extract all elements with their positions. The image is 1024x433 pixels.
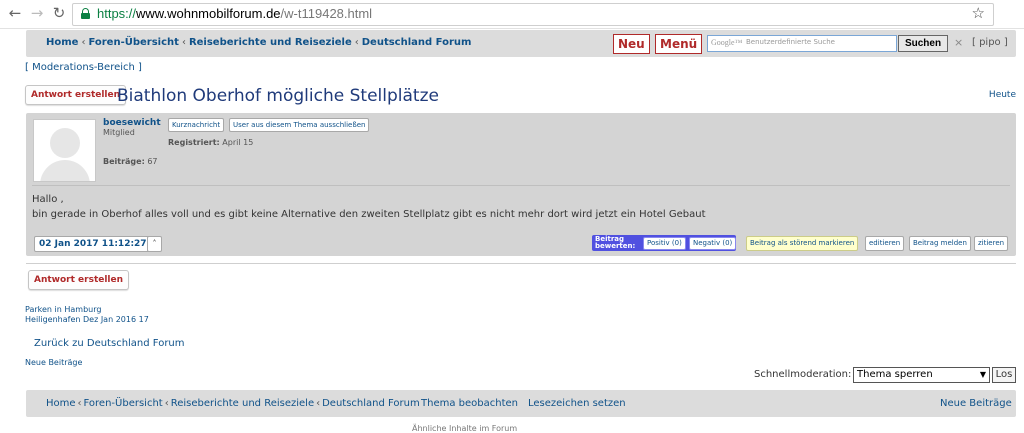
url-text[interactable]: https://www.wohnmobilforum.de/w-t119428.…: [97, 6, 372, 21]
breadcrumb-separator: ‹: [181, 37, 186, 48]
breadcrumb: Home ‹ Foren-Übersicht ‹ Reiseberichte und R…: [46, 37, 471, 48]
close-icon[interactable]: ×: [954, 36, 963, 49]
breadcrumb-separator: ‹: [77, 398, 82, 409]
post-body-line: Hallo ,: [32, 194, 64, 205]
back-arrow-icon[interactable]: ←: [6, 4, 24, 22]
report-button[interactable]: Beitrag melden: [909, 236, 971, 251]
post-count: Beiträge: 67: [103, 157, 158, 166]
breadcrumb-forum[interactable]: Deutschland Forum: [322, 398, 420, 409]
post-divider: [32, 185, 1010, 186]
breadcrumb-separator: ‹: [354, 37, 359, 48]
avatar[interactable]: [33, 119, 96, 182]
registered-date: Registriert: April 15: [168, 138, 254, 147]
google-logo: Google™: [711, 38, 743, 47]
breadcrumb-separator: ‹: [81, 37, 86, 48]
mark-disturbing-button[interactable]: Beitrag als störend markieren: [746, 236, 859, 251]
post: boesewicht Mitglied Beiträge: 67 Kurznac…: [26, 113, 1016, 256]
watch-topic-link[interactable]: Thema beobachten: [421, 398, 518, 409]
menu-button[interactable]: Menü: [655, 34, 703, 54]
new-button[interactable]: Neu: [613, 34, 650, 54]
bottom-breadcrumb: Home ‹ Foren-Übersicht ‹ Reiseberichte und R…: [46, 398, 420, 409]
user-link[interactable]: [ pipo ]: [972, 37, 1008, 48]
rate-negative-button[interactable]: Negativ (0): [689, 237, 737, 250]
section-divider: [26, 263, 1016, 264]
quickmod-go-button[interactable]: Los: [992, 367, 1016, 383]
private-message-button[interactable]: Kurznachricht: [168, 118, 225, 132]
related-topic-link[interactable]: Heiligenhafen Dez Jan 2016 17: [25, 315, 149, 324]
back-to-forum-link[interactable]: Zurück zu Deutschland Forum: [34, 338, 185, 349]
post-author[interactable]: boesewicht: [103, 118, 161, 128]
post-body: Hallo , bin gerade in Oberhof alles voll…: [32, 192, 706, 222]
exclude-user-button[interactable]: User aus diesem Thema ausschließen: [229, 118, 370, 132]
post-author-rank: Mitglied: [103, 128, 135, 137]
lock-icon: [81, 8, 90, 19]
breadcrumb-home[interactable]: Home: [46, 37, 78, 48]
address-bar[interactable]: https://www.wohnmobilforum.de/w-t119428.…: [72, 3, 994, 26]
moderation-link[interactable]: [ Moderations-Bereich ]: [25, 62, 142, 73]
breadcrumb-category[interactable]: Reiseberichte und Reiseziele: [189, 37, 352, 48]
breadcrumb-category[interactable]: Reiseberichte und Reiseziele: [171, 398, 314, 409]
new-posts-nav-link[interactable]: Neue Beiträge: [940, 398, 1012, 409]
forward-arrow-icon[interactable]: →: [28, 4, 46, 22]
bottom-navbar: Home ‹ Foren-Übersicht ‹ Reiseberichte und R…: [26, 390, 1016, 417]
today-link[interactable]: Heute: [989, 90, 1016, 100]
breadcrumb-home[interactable]: Home: [46, 398, 76, 409]
breadcrumb-forum-index[interactable]: Foren-Übersicht: [88, 37, 178, 48]
rate-post-box: Beitrag bewerten: Positiv (0) Negativ (0): [592, 235, 737, 251]
reply-button-bottom[interactable]: Antwort erstellen: [28, 270, 130, 290]
rate-positive-button[interactable]: Positiv (0): [643, 237, 686, 250]
related-topic-link[interactable]: Parken in Hamburg: [25, 305, 101, 314]
reload-icon[interactable]: ↻: [50, 4, 68, 22]
edit-button[interactable]: editieren: [865, 236, 905, 251]
search-button[interactable]: Suchen: [898, 35, 948, 52]
breadcrumb-separator: ‹: [164, 398, 169, 409]
rate-post-label: Beitrag bewerten:: [595, 235, 636, 250]
quickmod-select[interactable]: Thema sperren ▼: [853, 367, 990, 383]
new-posts-link[interactable]: Neue Beiträge: [25, 358, 82, 367]
quickmod-selected-value: Thema sperren: [857, 369, 933, 380]
breadcrumb-separator: ‹: [316, 398, 321, 409]
bookmark-star-icon[interactable]: ☆: [972, 4, 985, 22]
bookmark-link[interactable]: Lesezeichen setzen: [528, 398, 626, 409]
breadcrumb-forum-index[interactable]: Foren-Übersicht: [84, 398, 163, 409]
scroll-up-icon[interactable]: ˄: [147, 236, 162, 252]
chevron-down-icon: ▼: [979, 370, 986, 379]
search-placeholder: Benutzerdefinierte Suche: [746, 38, 835, 46]
breadcrumb-forum[interactable]: Deutschland Forum: [362, 37, 472, 48]
top-navbar: Home ‹ Foren-Übersicht ‹ Reiseberichte und R…: [26, 30, 1016, 57]
reply-button[interactable]: Antwort erstellen: [25, 85, 127, 105]
topic-title[interactable]: Biathlon Oberhof mögliche Stellplätze: [117, 86, 439, 106]
post-date[interactable]: 02 Jan 2017 11:12:27: [34, 236, 152, 252]
search-input[interactable]: Google™ Benutzerdefinierte Suche: [707, 35, 897, 52]
browser-toolbar: ← → ↻ https://www.wohnmobilforum.de/w-t1…: [0, 0, 1024, 29]
quote-button[interactable]: zitieren: [974, 236, 1009, 251]
quickmod-label: Schnellmoderation:: [754, 369, 852, 380]
post-body-line: bin gerade in Oberhof alles voll und es …: [32, 209, 706, 220]
